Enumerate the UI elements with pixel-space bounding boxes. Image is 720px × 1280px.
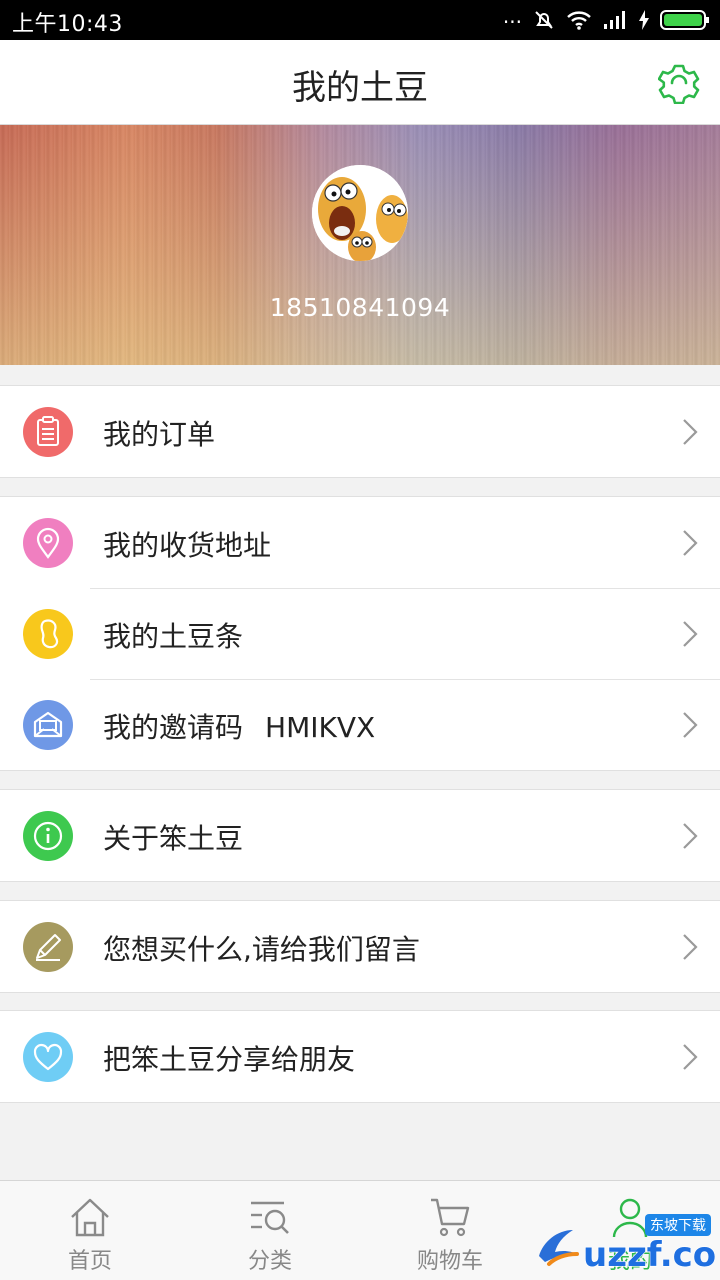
- wifi-icon: [567, 11, 591, 30]
- cart-icon: [431, 1198, 470, 1237]
- order-icon: [23, 407, 73, 457]
- chevron-right-icon: [683, 934, 698, 960]
- watermark-logo: 东坡下载 uzzf.com: [539, 1214, 715, 1274]
- menu-item-feedback-label: 您想买什么,请给我们留言: [103, 933, 420, 966]
- menu-item-address-label: 我的收货地址: [103, 529, 272, 562]
- cartoon-potato-avatar: [312, 165, 408, 261]
- menu-item-coupons[interactable]: 我的土豆条: [0, 588, 720, 679]
- chevron-right-icon: [683, 530, 698, 556]
- menu-group-share: 把笨土豆分享给朋友: [0, 1010, 720, 1103]
- app-header: 我的土豆: [0, 40, 720, 125]
- pencil-icon: [23, 922, 73, 972]
- invite-label: 我的邀请码: [103, 711, 244, 744]
- status-time: 上午10:43: [12, 12, 123, 37]
- tab-category-label: 分类: [247, 1249, 292, 1274]
- heart-icon: [23, 1032, 73, 1082]
- tab-cart[interactable]: 购物车: [360, 1181, 540, 1280]
- settings-gear-icon[interactable]: [658, 62, 700, 104]
- info-icon: [23, 811, 73, 861]
- menu-group-orders: 我的订单: [0, 385, 720, 478]
- location-pin-icon: [23, 518, 73, 568]
- invite-code: HMIKVX: [265, 711, 376, 744]
- menu-item-feedback[interactable]: 您想买什么,请给我们留言: [0, 901, 720, 992]
- menu-item-orders[interactable]: 我的订单: [0, 386, 720, 477]
- chevron-right-icon: [683, 419, 698, 445]
- menu-group-account: 我的收货地址 我的土豆条 我的邀请码 HMIKVX: [0, 496, 720, 771]
- watermark-tag: 东坡下载: [650, 1218, 706, 1234]
- signal-icon: [604, 11, 625, 29]
- menu-item-share[interactable]: 把笨土豆分享给朋友: [0, 1011, 720, 1102]
- chevron-right-icon: [683, 621, 698, 647]
- menu-item-orders-label: 我的订单: [103, 418, 216, 451]
- status-icons: ...: [502, 4, 710, 33]
- mute-icon: [535, 11, 553, 29]
- menu-item-invite[interactable]: 我的邀请码 HMIKVX: [0, 679, 720, 770]
- menu-item-address[interactable]: 我的收货地址: [0, 497, 720, 588]
- chevron-right-icon: [683, 823, 698, 849]
- invite-envelope-icon: [23, 700, 73, 750]
- tab-home-label: 首页: [67, 1249, 112, 1274]
- menu-item-share-label: 把笨土豆分享给朋友: [103, 1043, 356, 1076]
- user-phone: 18510841094: [269, 293, 451, 322]
- menu-group-about: 关于笨土豆: [0, 789, 720, 882]
- avatar[interactable]: [312, 165, 408, 261]
- status-dots: ...: [502, 4, 522, 28]
- menu-item-about[interactable]: 关于笨土豆: [0, 790, 720, 881]
- tab-cart-label: 购物车: [416, 1249, 483, 1274]
- tab-category[interactable]: 分类: [180, 1181, 360, 1280]
- menu-item-about-label: 关于笨土豆: [103, 822, 244, 855]
- menu-item-coupons-label: 我的土豆条: [103, 620, 244, 653]
- charging-icon: [639, 10, 649, 30]
- home-icon: [71, 1198, 109, 1237]
- tab-home[interactable]: 首页: [0, 1181, 180, 1280]
- chevron-right-icon: [683, 1044, 698, 1070]
- status-bar: 上午10:43 ...: [0, 0, 720, 40]
- profile-banner: 18510841094: [0, 125, 720, 365]
- chevron-right-icon: [683, 712, 698, 738]
- watermark-text: uzzf.com: [583, 1235, 715, 1274]
- menu-item-invite-label: 我的邀请码 HMIKVX: [103, 706, 375, 746]
- battery-icon: [660, 10, 709, 30]
- page-title: 我的土豆: [292, 68, 428, 108]
- menu-group-feedback: 您想买什么,请给我们留言: [0, 900, 720, 993]
- potato-icon: [23, 609, 73, 659]
- category-search-icon: [251, 1201, 289, 1234]
